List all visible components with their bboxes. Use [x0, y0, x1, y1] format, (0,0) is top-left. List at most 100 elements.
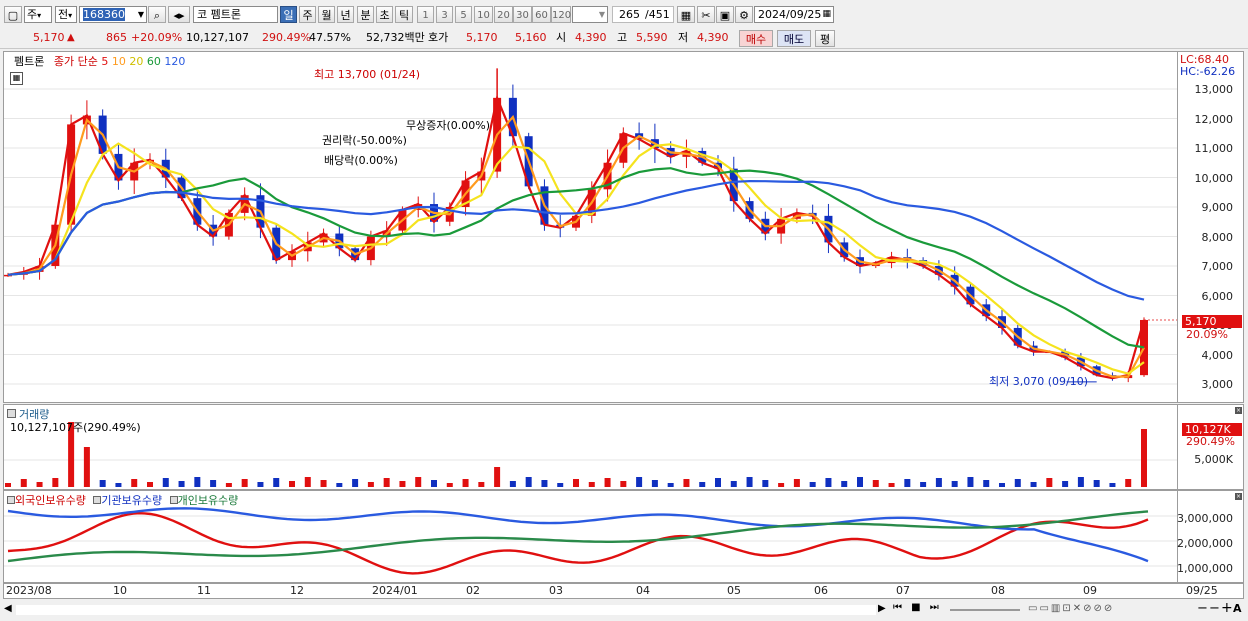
- x-label: 2023/08: [6, 584, 52, 597]
- volume-bar: [904, 479, 911, 487]
- scroll-track[interactable]: [16, 605, 876, 615]
- dash-icon[interactable]: −: [1209, 601, 1220, 616]
- scissors-icon[interactable]: ✂: [697, 6, 715, 23]
- x-label: 02: [466, 584, 480, 597]
- period-month[interactable]: 월: [318, 6, 335, 23]
- legend-stock: 펨트론: [14, 55, 45, 68]
- trade-amount: 52,732백만: [366, 31, 425, 44]
- grid-icon[interactable]: ▦: [677, 6, 695, 23]
- period-week[interactable]: 주: [299, 6, 316, 23]
- bid-label: 호가: [428, 31, 449, 44]
- volume-bar: [872, 480, 879, 487]
- font-size-icon[interactable]: A: [1233, 602, 1242, 615]
- holdings-axis: × 3,000,000 2,000,000 1,000,000: [1177, 490, 1244, 583]
- volume-bar: [1062, 481, 1069, 487]
- prev-select[interactable]: 전▾: [55, 6, 77, 23]
- turnover-pct: 47.57%: [309, 31, 351, 44]
- interval-custom-input[interactable]: ▼: [572, 6, 608, 23]
- volume-bar: [1141, 429, 1147, 487]
- holdings-line: [7, 510, 1149, 563]
- x-label: 08: [991, 584, 1005, 597]
- volume-bar: [699, 482, 706, 487]
- volume-current-pct: 290.49%: [1186, 435, 1235, 448]
- save-icon[interactable]: ▣: [716, 6, 734, 23]
- interval-60[interactable]: 60: [532, 6, 551, 23]
- volume-bar: [478, 482, 485, 487]
- x-label: 06: [814, 584, 828, 597]
- holdings-panel[interactable]: 외국인보유수량 기관보유수량 개인보유수량: [3, 490, 1178, 583]
- volume-bar: [1014, 479, 1021, 487]
- interval-30[interactable]: 30: [513, 6, 532, 23]
- buy-button[interactable]: 매수: [739, 30, 773, 47]
- period-day[interactable]: 일: [280, 6, 297, 23]
- gear-icon[interactable]: ⚙: [735, 6, 753, 23]
- close-icon[interactable]: ×: [1235, 407, 1242, 414]
- volume-bar: [825, 478, 832, 487]
- eval-button[interactable]: 평: [815, 30, 835, 47]
- volume-bar: [762, 480, 769, 487]
- legend-foreign: 외국인보유수량: [15, 494, 86, 507]
- volume-bar: [162, 478, 169, 487]
- price-tick: 6,000: [1201, 290, 1234, 303]
- volume-pct: 290.49%: [262, 31, 311, 44]
- interval-1[interactable]: 1: [417, 6, 434, 23]
- x-label: 10: [113, 584, 127, 597]
- volume-checkbox-icon[interactable]: [7, 409, 16, 418]
- volume-info: 10,127,107주(290.49%): [10, 421, 141, 434]
- zoom-slider[interactable]: [950, 609, 1020, 611]
- price-tick: 4,000: [1201, 349, 1234, 362]
- stock-code-input[interactable]: 168360 ▼: [79, 6, 147, 23]
- interval-10[interactable]: 10: [474, 6, 493, 23]
- period-minute[interactable]: 분: [357, 6, 374, 23]
- zoom-out-icon[interactable]: −: [1197, 601, 1208, 616]
- count-input[interactable]: 265/451: [612, 6, 674, 23]
- price-tick: 12,000: [1194, 113, 1234, 126]
- zoom-in-icon[interactable]: +: [1221, 600, 1233, 616]
- interval-5[interactable]: 5: [455, 6, 472, 23]
- price-tick: 3,000: [1201, 378, 1234, 391]
- table-icon[interactable]: ▦: [10, 72, 23, 85]
- volume-bar: [857, 477, 863, 487]
- price-chart-panel[interactable]: 펨트론 종가 단순 5 10 20 60 120 ▦ 최고 13,700 (01…: [3, 51, 1178, 403]
- annotation-high: 최고 13,700 (01/24): [314, 68, 421, 81]
- open-label: 시: [556, 31, 567, 44]
- volume-axis: × 10,127K 290.49% 5,000K: [1178, 404, 1244, 490]
- search-icon[interactable]: ⌕: [148, 6, 166, 23]
- legend-ma-20: 20: [129, 55, 144, 68]
- price-chart[interactable]: [4, 52, 1177, 402]
- close-icon[interactable]: ×: [1235, 493, 1242, 500]
- window-icon[interactable]: ▢: [4, 6, 22, 23]
- interval-20[interactable]: 20: [494, 6, 513, 23]
- volume-bar: [367, 482, 374, 487]
- scroll-right-icon[interactable]: ▶: [878, 603, 886, 614]
- volume-bar: [651, 480, 658, 487]
- legend-ma-60: 60: [146, 55, 161, 68]
- sell-button[interactable]: 매도: [777, 30, 811, 47]
- volume-bar: [1030, 482, 1037, 487]
- period-second[interactable]: 초: [376, 6, 393, 23]
- interval-3[interactable]: 3: [436, 6, 453, 23]
- speaker-icon[interactable]: ◂▸: [168, 6, 190, 23]
- volume-bar: [336, 483, 343, 487]
- volume-bar: [1077, 477, 1084, 487]
- chart-legend: 펨트론 종가 단순 5 10 20 60 120: [14, 53, 185, 69]
- volume-bar: [1125, 479, 1132, 487]
- holdings-tick: 1,000,000: [1177, 562, 1233, 575]
- period-year[interactable]: 년: [337, 6, 354, 23]
- stock-name-field[interactable]: 코 펨트론: [193, 6, 278, 23]
- volume-bar: [573, 479, 579, 487]
- market-type-select[interactable]: 주▾: [24, 6, 52, 23]
- date-input[interactable]: 2024/09/25 ▦: [754, 6, 834, 23]
- period-tick[interactable]: 틱: [395, 6, 413, 23]
- playback-controls[interactable]: ⏮ ■ ⏭: [893, 602, 942, 613]
- x-label: 03: [549, 584, 563, 597]
- volume-bar: [967, 477, 974, 487]
- volume-chart[interactable]: [4, 405, 1177, 489]
- volume-bar: [99, 480, 106, 487]
- tool-icons[interactable]: ▭▭▥⊡✕⊘⊘⊘: [1028, 603, 1114, 614]
- volume-panel[interactable]: 거래량 10,127,107주(290.49%): [3, 404, 1178, 490]
- volume-bar: [241, 479, 248, 487]
- holdings-tick: 3,000,000: [1177, 512, 1233, 525]
- interval-120[interactable]: 120: [551, 6, 571, 23]
- scroll-left-icon[interactable]: ◀: [4, 603, 12, 614]
